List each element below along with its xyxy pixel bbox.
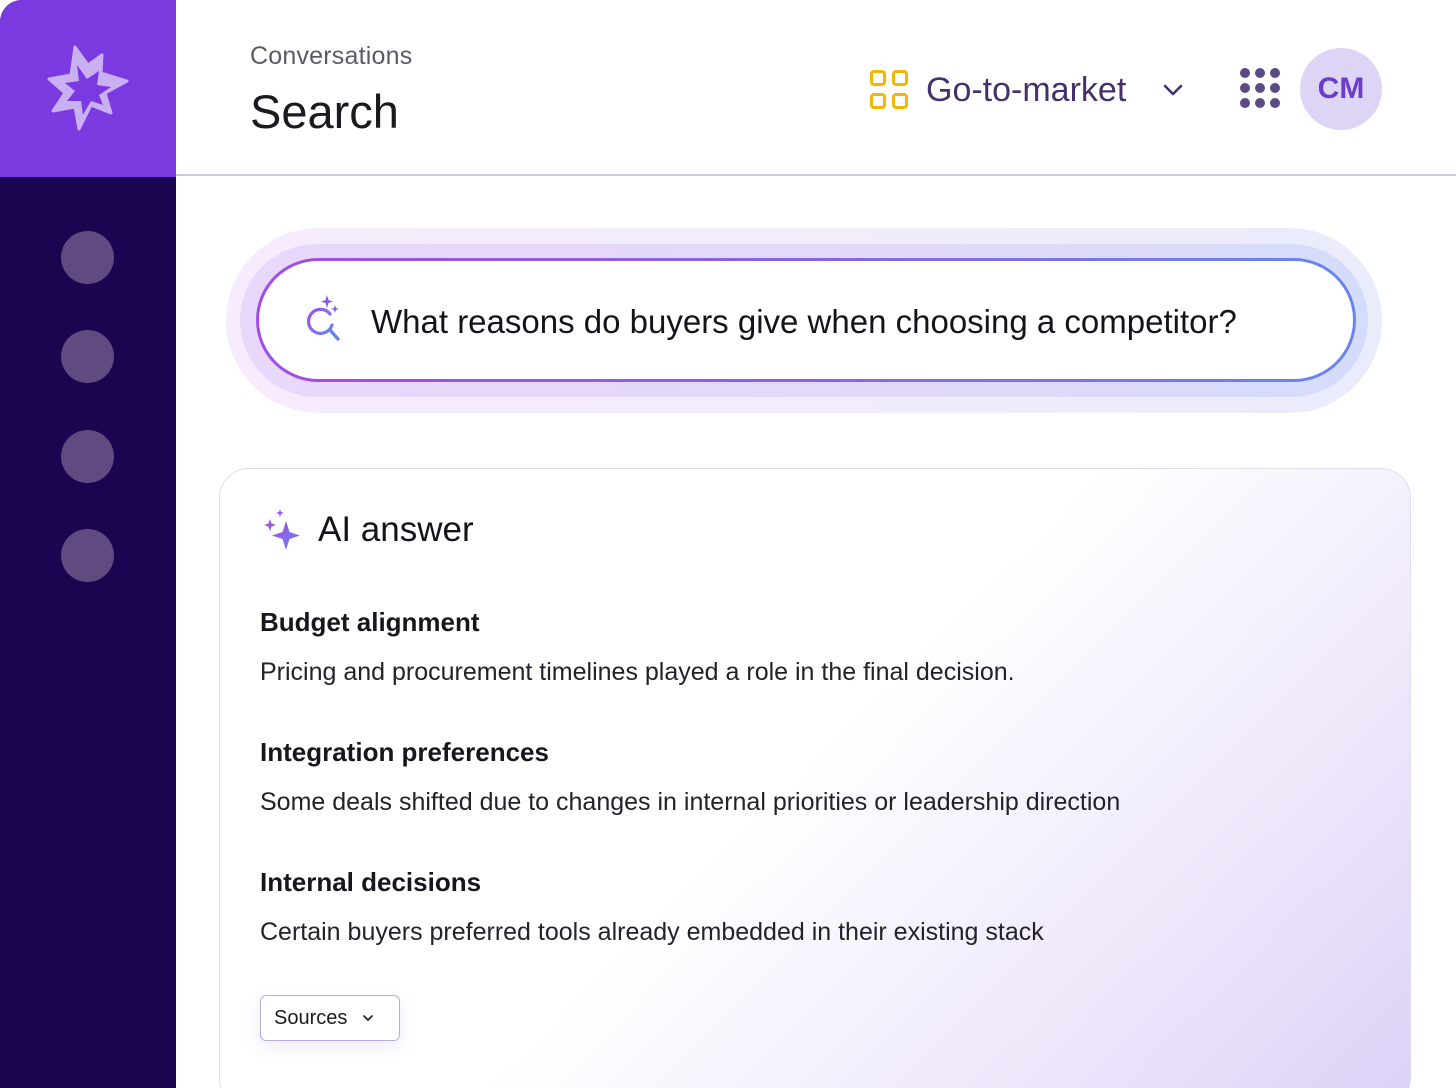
sidebar: [0, 0, 176, 1088]
burst-logo-icon: [47, 45, 129, 130]
search-input[interactable]: What reasons do buyers give when choosin…: [371, 303, 1237, 341]
answer-item-body: Some deals shifted due to changes in int…: [260, 788, 1121, 816]
page-title: Search: [250, 85, 399, 138]
sidebar-nav-item-4[interactable]: [61, 529, 114, 582]
ai-answer-card: AI answer Budget alignment Pricing and p…: [219, 468, 1411, 1088]
answer-item-title: Internal decisions: [260, 867, 482, 897]
sources-dropdown[interactable]: Sources: [260, 995, 400, 1041]
ai-answer-header: AI answer: [262, 507, 474, 553]
answer-item-body: Certain buyers preferred tools already e…: [260, 918, 1044, 946]
sidebar-nav-item-2[interactable]: [61, 330, 114, 383]
workspace-switcher[interactable]: Go-to-market: [870, 68, 1186, 112]
grid-squares-icon: [870, 70, 910, 110]
header: Conversations Search Go-to-market CM: [176, 0, 1456, 176]
answer-item-title: Budget alignment: [260, 607, 480, 637]
ai-search-icon: [306, 295, 340, 341]
answer-item-body: Pricing and procurement timelines played…: [260, 658, 1015, 686]
answer-item-title: Integration preferences: [260, 737, 549, 767]
ai-answer-title: AI answer: [318, 510, 474, 549]
avatar[interactable]: CM: [1300, 48, 1382, 130]
breadcrumb[interactable]: Conversations: [250, 42, 412, 71]
workspace-name: Go-to-market: [926, 70, 1127, 109]
dots-grid-icon[interactable]: [1240, 68, 1280, 108]
sparkle-icon: [264, 509, 300, 550]
sidebar-nav-item-1[interactable]: [61, 231, 114, 284]
chevron-down-icon: [1163, 84, 1183, 96]
search-bar[interactable]: What reasons do buyers give when choosin…: [256, 258, 1356, 382]
chevron-down-icon: [363, 1015, 374, 1021]
logo[interactable]: [0, 0, 176, 177]
sidebar-nav-item-3[interactable]: [61, 430, 114, 483]
sources-label: Sources: [274, 1006, 348, 1029]
